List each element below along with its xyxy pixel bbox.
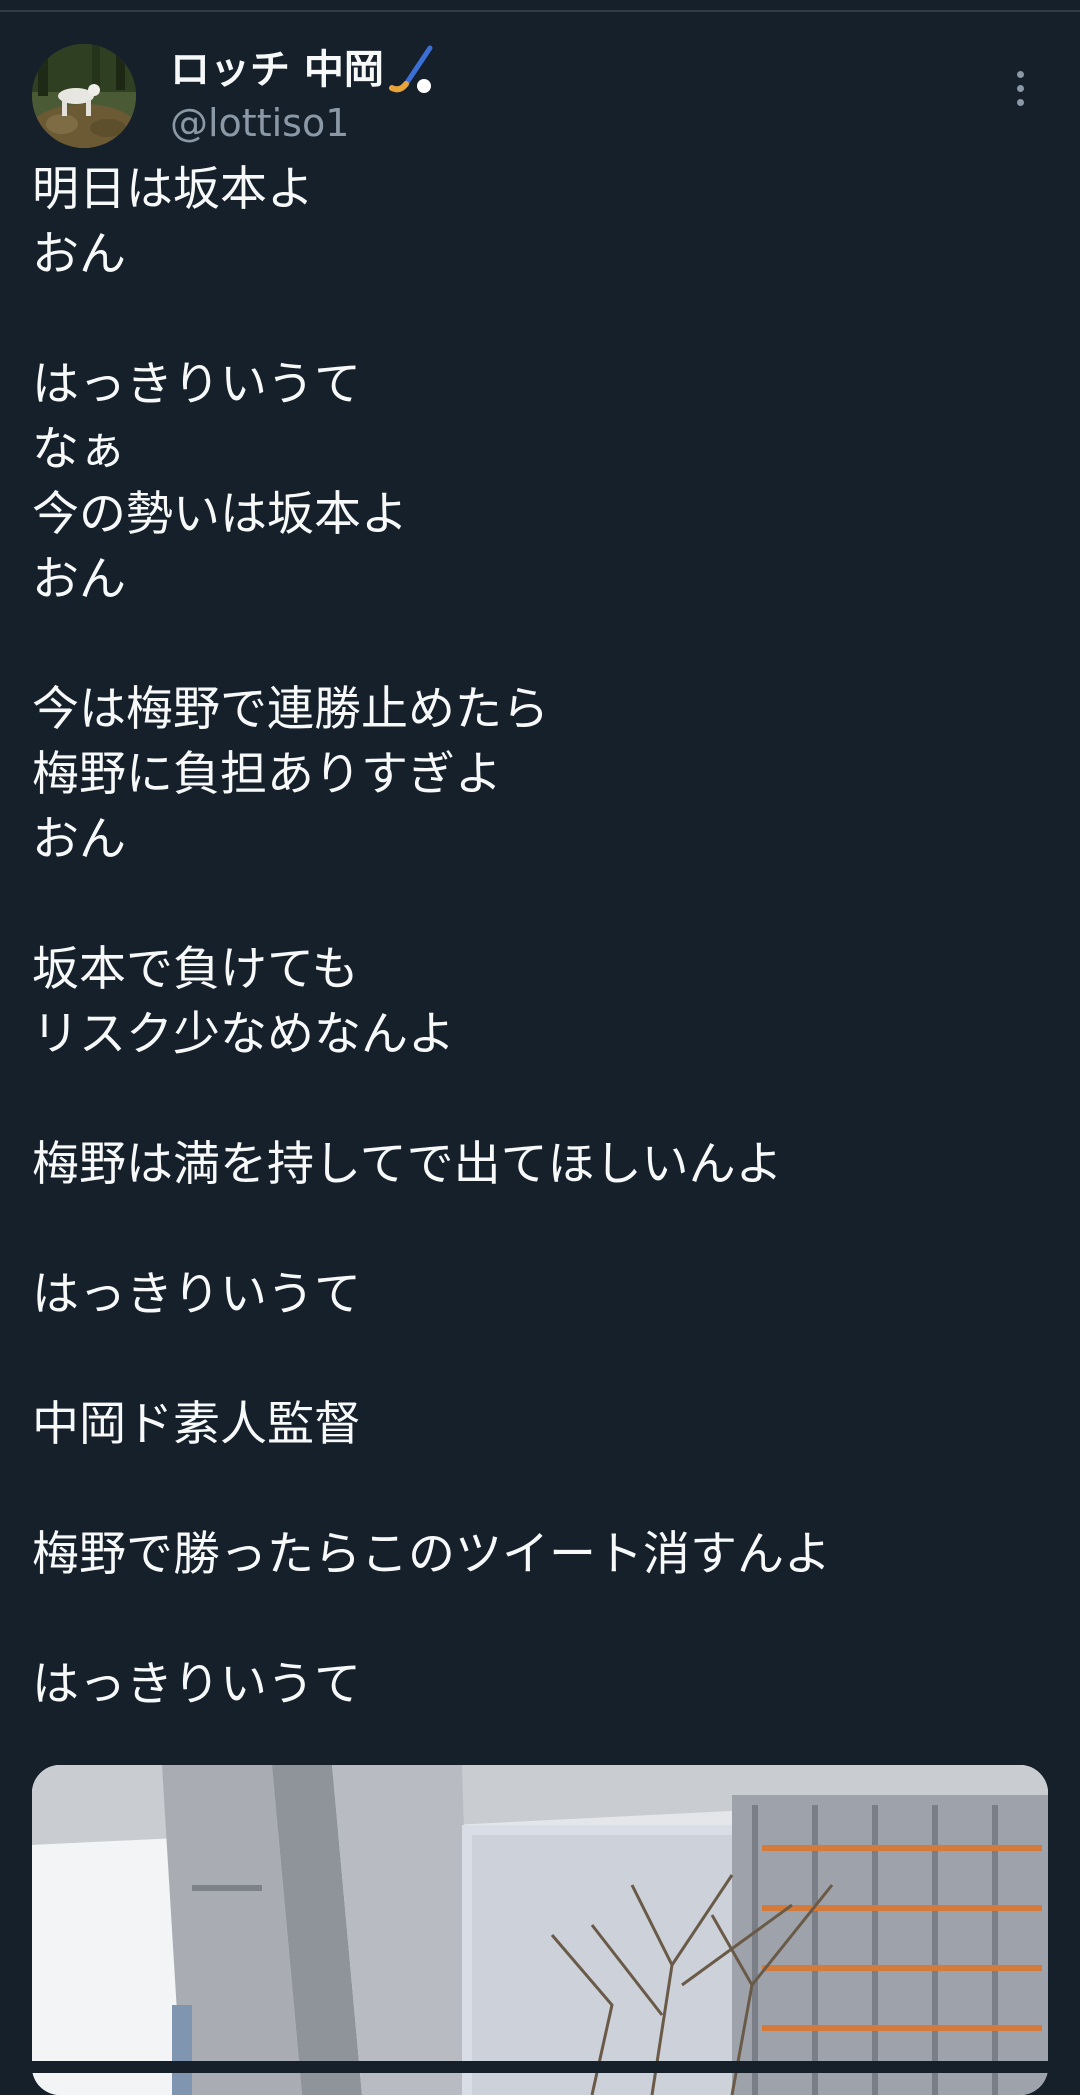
more-vertical-icon [1016, 70, 1024, 78]
media-photo-image [32, 1765, 1048, 2095]
tweet-line: 坂本で負けても [32, 942, 359, 997]
tweet-line: 今は梅野で連勝止めたら [32, 682, 549, 737]
tweet-line: おん [32, 812, 126, 867]
tweet-line: 梅野で勝ったらこのツイート消すんよ [32, 1527, 831, 1582]
author-handle[interactable]: @lottiso1 [170, 98, 440, 148]
avatar-photo [32, 44, 136, 148]
bottom-edge [0, 2061, 1080, 2073]
avatar[interactable] [32, 44, 136, 148]
tweet-line [32, 287, 1048, 352]
author-names: ロッチ 中岡 @lottiso1 [170, 44, 440, 148]
tweet-line [32, 1587, 1048, 1652]
more-options-button[interactable] [992, 64, 1048, 112]
tweet-line: 梅野に負担ありすぎよ [32, 747, 502, 802]
tweet-line [32, 1327, 1048, 1392]
more-vertical-icon-dot-2 [1016, 84, 1024, 92]
tweet-line [32, 1457, 1048, 1522]
tweet-line: はっきりいうて [32, 1657, 361, 1712]
top-divider [0, 10, 1080, 12]
tweet-line: はっきりいうて [32, 357, 361, 412]
tweet-line: なぁ [32, 422, 126, 477]
tweet-media-photo[interactable] [32, 1765, 1048, 2095]
tweet-line: おん [32, 552, 126, 607]
tweet-line: 明日は坂本よ [32, 162, 314, 217]
tweet-line [32, 612, 1048, 677]
tweet-line: おん [32, 227, 126, 282]
more-vertical-icon-dot-3 [1016, 98, 1024, 106]
tweet-line [32, 1067, 1048, 1132]
tweet-line: はっきりいうて [32, 1267, 361, 1322]
tweet-header: ロッチ 中岡 @lottiso1 [32, 44, 1048, 150]
tweet-line: 梅野は満を持してで出てほしいんよ [32, 1137, 783, 1192]
hockey-stick-icon [388, 45, 433, 93]
tweet-line [32, 872, 1048, 937]
tweet-text: 明日は坂本よ おん はっきりいうて なぁ 今の勢いは坂本よ おん 今は梅野で連勝… [32, 157, 1048, 1717]
tweet-line [32, 1197, 1048, 1262]
tweet-line: 今の勢いは坂本よ [32, 487, 408, 542]
display-name-text: ロッチ 中岡 [170, 47, 384, 93]
tweet-line: 中岡ド素人監督 [32, 1397, 361, 1452]
tweet-line: リスク少なめなんよ [32, 1007, 455, 1062]
author-display-name[interactable]: ロッチ 中岡 [170, 44, 440, 96]
